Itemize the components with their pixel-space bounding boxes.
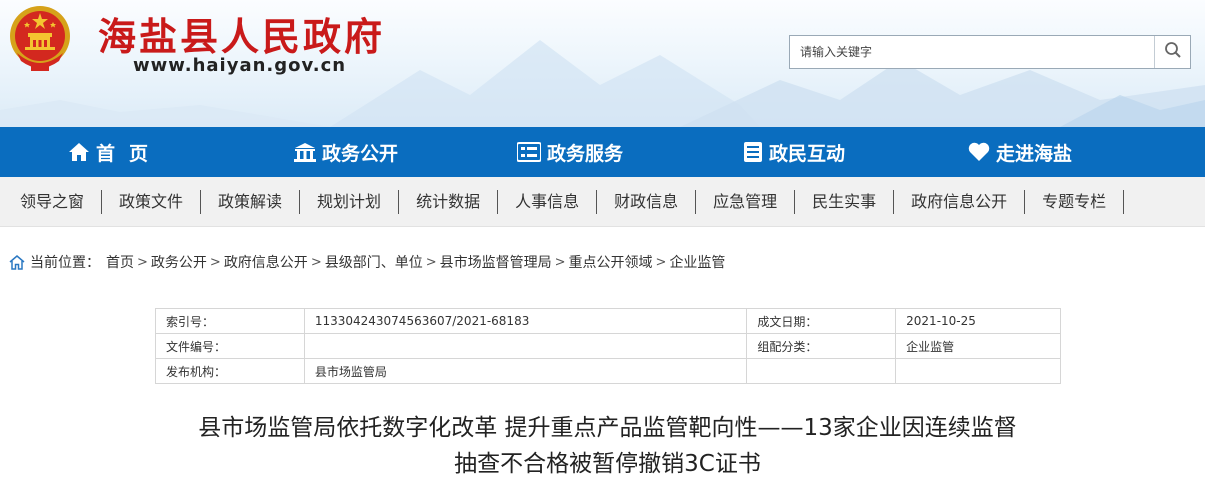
breadcrumb-item[interactable]: 重点公开领域 (569, 252, 653, 272)
site-domain: www.haiyan.gov.cn (133, 55, 347, 76)
document-info-table: 索引号： 113304243074563607/2021-68183 成文日期：… (155, 308, 1061, 384)
info-key: 索引号： (155, 308, 305, 334)
breadcrumb-item[interactable]: 政府信息公开 (224, 252, 308, 272)
sub-nav-item[interactable]: 领导之窗 (3, 189, 103, 214)
info-value: 县市场监管局 (303, 358, 748, 384)
table-row: 索引号： 113304243074563607/2021-68183 成文日期：… (155, 308, 1061, 334)
sub-nav: 领导之窗 政策文件 政策解读 规划计划 统计数据 人事信息 财政信息 应急管理 … (0, 177, 1205, 227)
info-value: 企业监管 (895, 333, 1061, 359)
breadcrumb-separator: > (554, 254, 566, 270)
home-outline-icon (8, 254, 26, 270)
breadcrumb-separator: > (209, 254, 221, 270)
main-nav-home[interactable]: 首页 (68, 127, 162, 177)
main-nav: 首页 政务公开 政务服务 政民互动 走进海盐 (0, 127, 1205, 177)
info-key (746, 358, 897, 384)
sub-nav-item[interactable]: 民生实事 (795, 189, 895, 214)
main-nav-gov-services[interactable]: 政务服务 (517, 127, 623, 177)
heart-icon (968, 142, 990, 162)
breadcrumb-item[interactable]: 县级部门、单位 (325, 252, 423, 272)
breadcrumb-item[interactable]: 县市场监督管理局 (440, 252, 552, 272)
main-nav-label: 首页 (96, 142, 163, 165)
site-header: 海盐县人民政府 www.haiyan.gov.cn (0, 0, 1205, 127)
main-nav-label: 政务公开 (322, 142, 399, 165)
breadcrumb-separator: > (425, 254, 437, 270)
sub-nav-item[interactable]: 政府信息公开 (894, 189, 1026, 214)
breadcrumb-item[interactable]: 首页 (106, 252, 134, 272)
info-value (303, 333, 748, 359)
search-icon (1164, 41, 1182, 63)
article-title-line: 县市场监管局依托数字化改革 提升重点产品监管靶向性——13家企业因连续监督 (198, 415, 1017, 441)
info-key: 成文日期： (746, 308, 897, 334)
search-button[interactable] (1154, 36, 1190, 68)
sub-nav-item[interactable]: 应急管理 (696, 189, 796, 214)
sub-nav-item[interactable]: 财政信息 (597, 189, 697, 214)
table-row: 文件编号： 组配分类： 企业监管 (155, 333, 1061, 359)
document-icon (743, 142, 763, 162)
building-icon (294, 142, 316, 162)
main-nav-interaction[interactable]: 政民互动 (743, 127, 845, 177)
breadcrumb-separator: > (310, 254, 322, 270)
search-input[interactable] (790, 36, 1154, 68)
sub-nav-item[interactable]: 专题专栏 (1025, 189, 1125, 214)
breadcrumb-item[interactable]: 企业监管 (669, 252, 725, 272)
table-row: 发布机构： 县市场监管局 (155, 358, 1061, 384)
sub-nav-item[interactable]: 统计数据 (399, 189, 499, 214)
search-box (789, 35, 1191, 69)
info-key: 发布机构： (155, 358, 305, 384)
home-icon (68, 142, 90, 162)
sub-nav-item[interactable]: 政策文件 (102, 189, 202, 214)
national-emblem-icon[interactable] (7, 3, 73, 75)
breadcrumb-separator: > (655, 254, 667, 270)
list-icon (517, 142, 541, 162)
info-value: 2021-10-25 (895, 308, 1061, 334)
breadcrumb-prefix: 当前位置： (30, 255, 100, 271)
info-key: 文件编号： (155, 333, 305, 359)
main-nav-label: 政民互动 (769, 142, 846, 165)
site-title[interactable]: 海盐县人民政府 (98, 6, 385, 61)
article-title-line: 抽查不合格被暂停撤销3C证书 (454, 451, 761, 477)
main-nav-about-haiyan[interactable]: 走进海盐 (968, 127, 1072, 177)
main-nav-label: 走进海盐 (996, 142, 1073, 165)
sub-nav-item[interactable]: 规划计划 (300, 189, 400, 214)
sub-nav-item[interactable]: 政策解读 (201, 189, 301, 214)
breadcrumb-separator: > (137, 254, 148, 270)
info-value (895, 358, 1061, 384)
breadcrumb-item[interactable]: 政务公开 (151, 252, 207, 272)
sub-nav-item[interactable]: 人事信息 (498, 189, 598, 214)
info-key: 组配分类： (746, 333, 897, 359)
article-title: 县市场监管局依托数字化改革 提升重点产品监管靶向性——13家企业因连续监督 抽查… (150, 410, 1065, 482)
main-nav-gov-affairs[interactable]: 政务公开 (294, 127, 398, 177)
breadcrumb: 当前位置： 首页 > 政务公开 > 政府信息公开 > 县级部门、单位 > 县市场… (8, 250, 725, 274)
main-nav-label: 政务服务 (547, 142, 624, 165)
info-value: 113304243074563607/2021-68183 (303, 308, 748, 334)
